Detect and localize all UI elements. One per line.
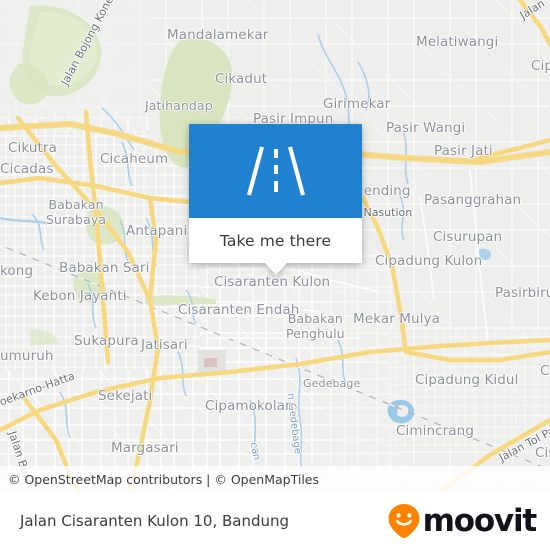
popup-tail [264, 263, 287, 275]
map-canvas[interactable]: Mandalamekar Cikadut Jatihandap Pasir Impun… [0, 0, 550, 492]
map-page: Mandalamekar Cikadut Jatihandap Pasir Impun… [0, 0, 550, 550]
take-me-there-button[interactable]: Take me there [189, 218, 362, 263]
page-title: Jalan Cisaranten Kulon 10, Bandung [20, 512, 290, 530]
popup-image-panel [189, 124, 362, 218]
moovit-wordmark: moovit [422, 502, 538, 539]
map-attribution-bar: © OpenStreetMap contributors | © OpenMap… [0, 466, 550, 492]
moovit-smiley-pin-icon [388, 504, 420, 539]
road-icon [246, 146, 305, 196]
attribution-text[interactable]: © OpenStreetMap contributors | © OpenMap… [0, 472, 319, 487]
footer-bar: Jalan Cisaranten Kulon 10, Bandung moovi… [0, 492, 550, 550]
map-popup-card[interactable]: Take me there [189, 124, 362, 275]
moovit-logo[interactable]: moovit [387, 503, 550, 539]
